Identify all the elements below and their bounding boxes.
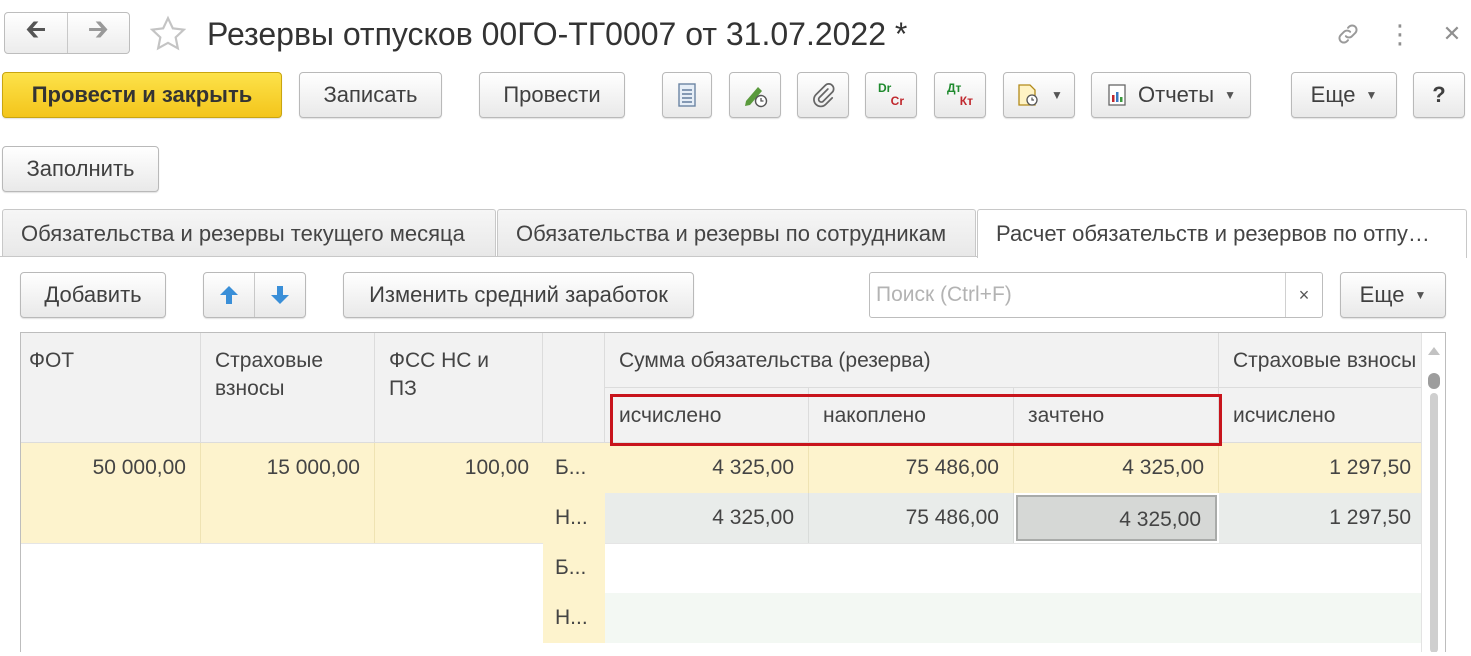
- chevron-down-icon: ▼: [1224, 88, 1236, 102]
- pen-clock-icon: [745, 87, 768, 108]
- table-more-label: Еще: [1359, 282, 1405, 307]
- table-row-empty[interactable]: [21, 543, 543, 652]
- arrow-up-icon: [220, 286, 238, 304]
- reports-button[interactable]: Отчеты ▼: [1091, 72, 1251, 118]
- table-row-values-empty[interactable]: [605, 543, 1425, 593]
- attach-button[interactable]: [797, 72, 849, 118]
- table-more-button[interactable]: Еще ▼: [1340, 272, 1446, 318]
- history-nav: 🡰 🡲: [4, 12, 130, 54]
- link-icon[interactable]: [1330, 14, 1366, 54]
- create-based-on-button[interactable]: ▼: [1003, 72, 1075, 118]
- forward-button[interactable]: 🡲: [66, 13, 130, 53]
- dt-kt-button[interactable]: Дт Кт: [934, 72, 986, 118]
- document-list-icon: [678, 83, 696, 107]
- chevron-down-icon: ▼: [1365, 88, 1378, 102]
- table-row-insurance-calculated[interactable]: 1 297,50: [1219, 443, 1425, 493]
- document-title: Резервы отпусков 00ГО-ТГ0007 от 31.07.20…: [207, 16, 908, 52]
- paperclip-icon: [813, 83, 835, 108]
- arrow-right-icon: 🡲: [87, 14, 109, 44]
- back-button[interactable]: 🡰: [5, 13, 67, 53]
- header-insurance-calculated[interactable]: исчислено: [1219, 388, 1425, 443]
- help-button[interactable]: ?: [1413, 72, 1465, 118]
- highlight-frame: [610, 394, 1222, 446]
- chevron-down-icon: ▼: [1051, 88, 1063, 102]
- header-insurance[interactable]: Страховые взносы: [201, 333, 375, 443]
- debit-credit-icon: Dr: [878, 81, 892, 95]
- report-chart-icon: [1108, 84, 1126, 106]
- table-row-type[interactable]: Б...: [543, 543, 605, 593]
- chevron-down-icon: ▼: [1414, 288, 1427, 302]
- more-vertical-icon[interactable]: ⋮: [1382, 14, 1418, 54]
- scroll-thumb[interactable]: [1428, 373, 1440, 389]
- table-row-accumulated[interactable]: 75 486,00: [809, 493, 1014, 543]
- favorite-star-icon[interactable]: [146, 12, 190, 56]
- search-input[interactable]: [870, 273, 1285, 317]
- tab-vacation-calculation[interactable]: Расчет обязательств и резервов по отпу…: [977, 209, 1467, 258]
- add-button[interactable]: Добавить: [20, 272, 166, 318]
- arrow-down-icon: [271, 286, 289, 304]
- post-and-close-button[interactable]: Провести и закрыть: [2, 72, 282, 118]
- table-row-insurance-calculated[interactable]: 1 297,50: [1219, 493, 1425, 543]
- arrow-left-icon: 🡰: [25, 14, 47, 44]
- document-clock-icon: [1018, 84, 1038, 106]
- edit-history-button[interactable]: [729, 72, 781, 118]
- post-button[interactable]: Провести: [479, 72, 625, 118]
- more-label: Еще: [1310, 82, 1356, 107]
- table-row-calculated[interactable]: 4 325,00: [605, 443, 809, 493]
- table-row-insurance[interactable]: 15 000,00: [201, 443, 375, 543]
- more-button[interactable]: Еще ▼: [1291, 72, 1397, 118]
- table-row-fss[interactable]: 100,00: [375, 443, 543, 543]
- table-row-type[interactable]: Б...: [543, 443, 605, 493]
- data-grid: ФОТ Страховые взносы ФСС НС и ПЗ Сумма о…: [20, 332, 1446, 652]
- table-row-credited-active-cell[interactable]: 4 325,00: [1016, 495, 1217, 541]
- header-type[interactable]: [543, 333, 605, 443]
- fill-button[interactable]: Заполнить: [2, 146, 159, 192]
- move-down-button[interactable]: [255, 273, 305, 317]
- table-row-values-empty[interactable]: [605, 593, 1425, 643]
- vertical-scrollbar[interactable]: [1421, 333, 1445, 652]
- header-group-reserve-sum[interactable]: Сумма обязательства (резерва): [605, 333, 1219, 388]
- change-average-salary-button[interactable]: Изменить средний заработок: [343, 272, 694, 318]
- scroll-rail: [1430, 393, 1438, 652]
- tab-by-employees[interactable]: Обязательства и резервы по сотрудникам: [497, 209, 976, 257]
- close-icon[interactable]: ✕: [1434, 14, 1470, 54]
- scroll-up-icon[interactable]: [1428, 347, 1440, 355]
- dr-cr-button[interactable]: Dr Cr: [865, 72, 917, 118]
- clear-search-button[interactable]: ×: [1285, 273, 1322, 317]
- table-row-accumulated[interactable]: 75 486,00: [809, 443, 1014, 493]
- table-row-credited[interactable]: 4 325,00: [1014, 443, 1219, 493]
- structure-button[interactable]: [662, 72, 712, 118]
- search-box: ×: [869, 272, 1323, 318]
- save-button[interactable]: Записать: [299, 72, 442, 118]
- header-fot[interactable]: ФОТ: [21, 333, 201, 443]
- header-fss[interactable]: ФСС НС и ПЗ: [375, 333, 543, 443]
- header-group-insurance[interactable]: Страховые взносы: [1219, 333, 1425, 388]
- table-row-fot[interactable]: 50 000,00: [21, 443, 201, 543]
- tab-current-month[interactable]: Обязательства и резервы текущего месяца: [2, 209, 496, 257]
- move-up-button[interactable]: [204, 273, 255, 317]
- reports-label: Отчеты: [1138, 82, 1215, 107]
- table-row-type[interactable]: Н...: [543, 493, 605, 543]
- move-buttons: [203, 272, 306, 318]
- table-row-calculated[interactable]: 4 325,00: [605, 493, 809, 543]
- close-icon: ×: [1298, 284, 1310, 305]
- table-row-type[interactable]: Н...: [543, 593, 605, 643]
